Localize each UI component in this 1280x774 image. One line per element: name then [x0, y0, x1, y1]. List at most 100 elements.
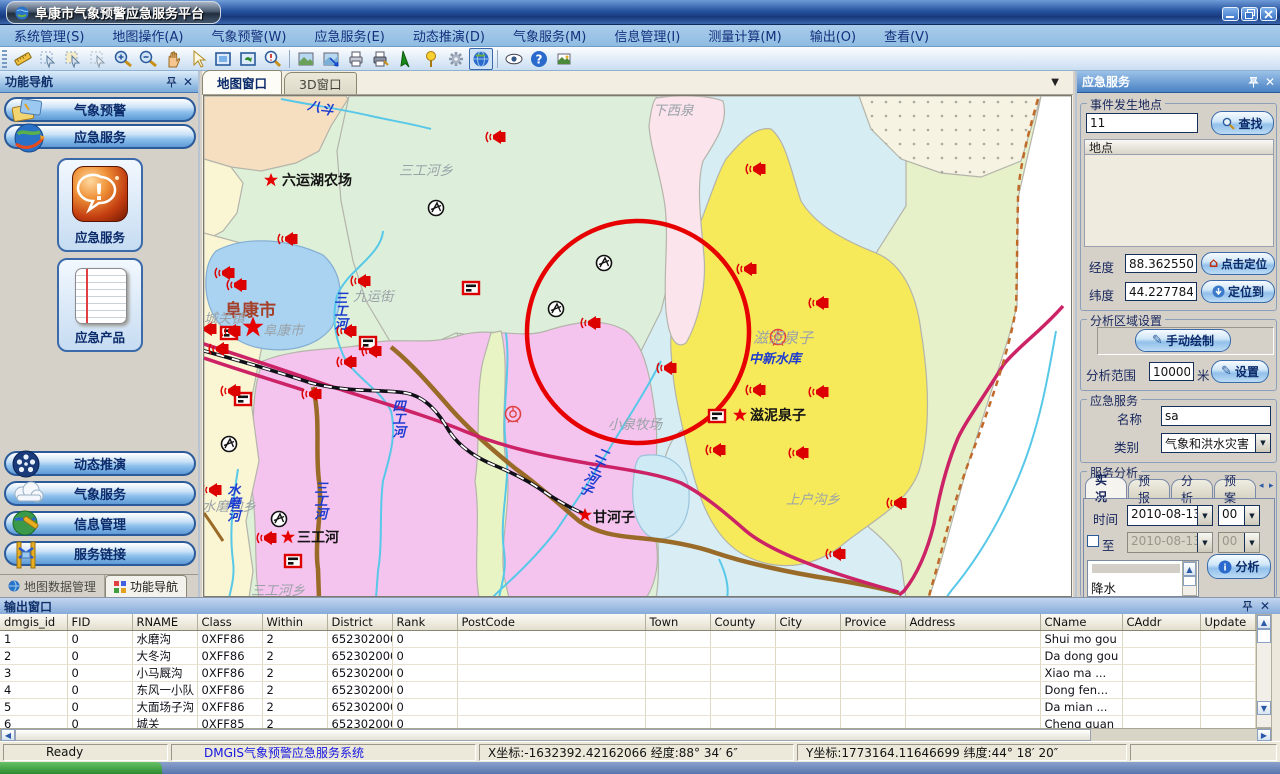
column-header[interactable]: City: [775, 614, 840, 631]
table-row[interactable]: 10水磨沟0XFF8626523020000Shui mo gou: [0, 631, 1255, 648]
placemark-icon[interactable]: [419, 48, 443, 70]
table-horizontal-scrollbar[interactable]: ◀ ▶: [0, 728, 1272, 742]
toolbar-grip[interactable]: [2, 50, 7, 68]
menu-system[interactable]: 系统管理(S): [0, 26, 98, 45]
tab-forecast[interactable]: 预报: [1128, 479, 1170, 498]
tab-map-data-management[interactable]: 地图数据管理: [0, 575, 105, 597]
hour2-select[interactable]: 00▼: [1218, 532, 1260, 553]
export-image-icon[interactable]: [552, 48, 576, 70]
column-header[interactable]: RNAME: [132, 614, 197, 631]
hour-select[interactable]: 00▼: [1218, 505, 1260, 526]
analyze-button[interactable]: i 分析: [1207, 554, 1271, 579]
longitude-input[interactable]: [1125, 254, 1197, 273]
emergency-product-button[interactable]: 应急产品: [57, 258, 143, 352]
column-header[interactable]: PostCode: [457, 614, 645, 631]
tab-plan[interactable]: 预案: [1214, 479, 1256, 498]
type-select[interactable]: 气象和洪水灾害▼: [1161, 433, 1271, 453]
factor-list-scrollbar[interactable]: ▲: [1182, 561, 1197, 596]
clear-selection-icon[interactable]: [86, 48, 110, 70]
refresh-view-icon[interactable]: [236, 48, 260, 70]
chevron-down-icon[interactable]: ▼: [1244, 506, 1259, 525]
scrollbar-thumb[interactable]: [15, 729, 1091, 741]
tab-scroll-right-icon[interactable]: ▸: [1269, 481, 1274, 491]
measure-icon[interactable]: [11, 48, 35, 70]
tab-function-nav[interactable]: 功能导航: [105, 575, 187, 597]
menu-dynamic-deduction[interactable]: 动态推演(D): [399, 26, 499, 45]
column-header[interactable]: Rank: [392, 614, 457, 631]
start-button-edge[interactable]: [0, 762, 162, 774]
full-extent-icon[interactable]: [211, 48, 235, 70]
locate-to-button[interactable]: 定位到: [1201, 280, 1275, 303]
column-header[interactable]: Class: [197, 614, 262, 631]
export-map-icon[interactable]: [319, 48, 343, 70]
scroll-up-icon[interactable]: ▲: [1183, 562, 1196, 576]
pin-icon[interactable]: [1242, 600, 1253, 612]
table-row[interactable]: 20大冬沟0XFF8626523020000Da dong gou: [0, 648, 1255, 665]
tab-3d-window[interactable]: 3D窗口: [284, 72, 357, 94]
search-button[interactable]: 查找: [1211, 111, 1274, 135]
scroll-right-icon[interactable]: ▶: [1257, 729, 1271, 741]
map-tab-dropdown-icon[interactable]: ▼: [1051, 77, 1059, 88]
column-header[interactable]: CName: [1040, 614, 1122, 631]
menu-info-management[interactable]: 信息管理(I): [600, 26, 694, 45]
scroll-up-icon[interactable]: ▲: [1257, 615, 1271, 629]
table-vertical-scrollbar[interactable]: ▲ ▼: [1256, 614, 1272, 728]
column-header[interactable]: Update: [1200, 614, 1255, 631]
table-row[interactable]: 50大面场子沟0XFF8626523020000Da mian ...: [0, 699, 1255, 716]
zoom-out-icon[interactable]: [136, 48, 160, 70]
column-header[interactable]: Town: [645, 614, 710, 631]
column-header[interactable]: FID: [67, 614, 132, 631]
settings-gear-icon[interactable]: [444, 48, 468, 70]
nav-group-service-links[interactable]: 服务链接: [4, 541, 196, 566]
latitude-input[interactable]: [1125, 282, 1197, 301]
place-list[interactable]: [1084, 155, 1274, 247]
restore-button[interactable]: [1241, 7, 1258, 21]
scroll-left-icon[interactable]: ◀: [1, 729, 15, 741]
menu-weather-service[interactable]: 气象服务(M): [499, 26, 600, 45]
table-row[interactable]: 30小马厩沟0XFF8626523020000Xiao ma ...: [0, 665, 1255, 682]
table-row[interactable]: 40东风一小队0XFF8626523020000Dong fen...: [0, 682, 1255, 699]
range-set-button[interactable]: ✎ 设置: [1211, 360, 1269, 383]
column-header[interactable]: District: [327, 614, 392, 631]
pin-icon[interactable]: [166, 76, 177, 88]
nav-group-emergency-service[interactable]: 应急服务: [4, 124, 196, 149]
menu-weather-warning[interactable]: 气象预警(W): [197, 26, 300, 45]
chevron-down-icon[interactable]: ▼: [1197, 506, 1212, 525]
tab-analysis[interactable]: 分析: [1171, 479, 1213, 498]
locate-click-button[interactable]: ⌂ 点击定位: [1201, 252, 1275, 275]
emergency-service-button[interactable]: ! 应急服务: [57, 158, 143, 252]
snap-pointer-icon[interactable]: [394, 48, 418, 70]
map-canvas[interactable]: 阜康市 阜康市 城关镇 六运湖农场 三工河乡 下西泉 九运街 滋泥泉子 中新水库…: [203, 95, 1072, 597]
time-select[interactable]: 2010-08-13▼: [1127, 505, 1213, 526]
close-panel-icon[interactable]: ✕: [183, 76, 193, 88]
globe-3d-icon[interactable]: [469, 48, 493, 70]
chevron-down-icon[interactable]: ▼: [1255, 434, 1270, 452]
location-search-input[interactable]: [1086, 113, 1198, 133]
nav-group-weather-service[interactable]: 气象服务: [4, 481, 196, 506]
zoom-in-icon[interactable]: [111, 48, 135, 70]
scroll-down-icon[interactable]: ▼: [1257, 701, 1271, 715]
pan-hand-icon[interactable]: [161, 48, 185, 70]
menu-map-operation[interactable]: 地图操作(A): [98, 26, 197, 45]
to-checkbox[interactable]: [1087, 535, 1099, 547]
time2-select[interactable]: 2010-08-13▼: [1127, 532, 1213, 553]
nav-group-info-management[interactable]: 信息管理: [4, 511, 196, 536]
column-header[interactable]: Within: [262, 614, 327, 631]
menu-emergency-service[interactable]: 应急服务(E): [300, 26, 398, 45]
menu-measure-calc[interactable]: 测量计算(M): [694, 26, 795, 45]
tab-scroll-left-icon[interactable]: ◂: [1259, 481, 1264, 491]
range-input[interactable]: [1149, 362, 1194, 381]
menu-view[interactable]: 查看(V): [870, 26, 943, 45]
menu-output[interactable]: 输出(O): [796, 26, 870, 45]
tab-map-window[interactable]: 地图窗口: [202, 70, 282, 94]
column-header[interactable]: CAddr: [1122, 614, 1200, 631]
column-header[interactable]: County: [710, 614, 775, 631]
manual-draw-button[interactable]: ✎ 手动绘制: [1135, 329, 1231, 352]
print-preview-icon[interactable]: [369, 48, 393, 70]
help-icon[interactable]: ?: [527, 48, 551, 70]
select-area-icon[interactable]: [36, 48, 60, 70]
nav-group-dynamic-deduction[interactable]: 动态推演: [4, 451, 196, 476]
identify-icon[interactable]: [261, 48, 285, 70]
column-header[interactable]: Provice: [840, 614, 905, 631]
close-button[interactable]: [1260, 7, 1277, 21]
